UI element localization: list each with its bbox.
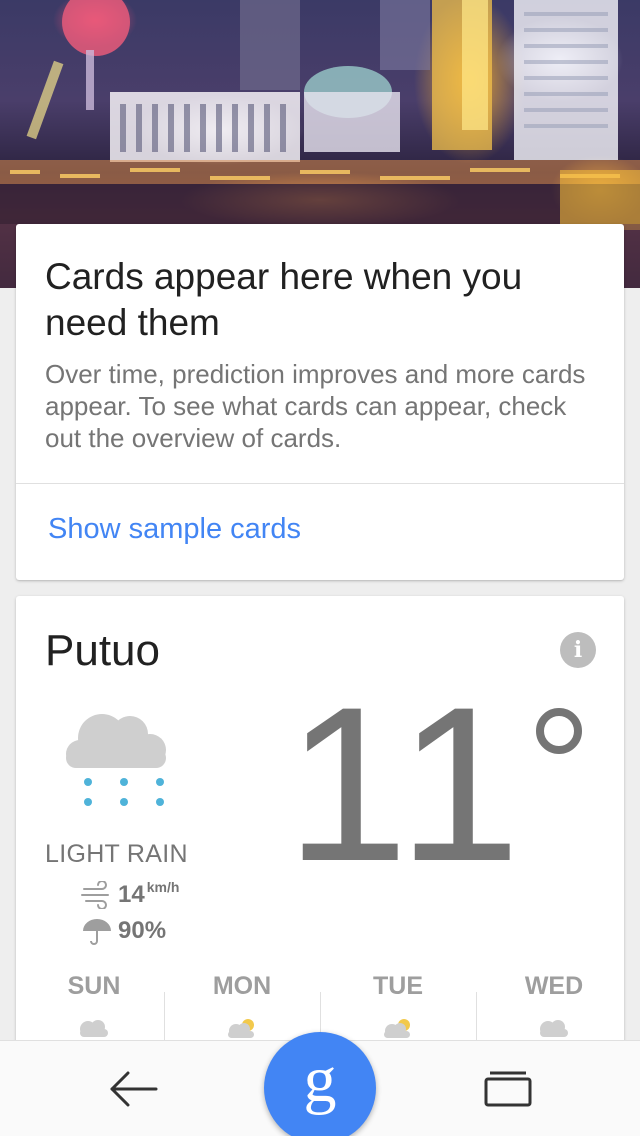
intro-card-title: Cards appear here when you need them [45, 256, 523, 343]
intro-card: Cards appear here when you need them Ove… [16, 224, 624, 580]
wind-speed: 14 [118, 881, 145, 908]
degree-symbol [536, 708, 582, 754]
temperature-value: 11 [286, 661, 527, 907]
forecast-day: TUE [320, 968, 476, 1047]
recent-apps-icon[interactable] [483, 1069, 533, 1109]
weather-condition: LIGHT RAIN [45, 840, 188, 868]
forecast-day-name: WED [524, 972, 584, 1000]
intro-card-body: Over time, prediction improves and more … [45, 359, 586, 453]
precipitation-value: 90% [118, 917, 167, 944]
google-search-button[interactable]: g [264, 1032, 376, 1136]
forecast-day-name: MON [212, 972, 272, 1000]
weather-card[interactable]: Putuo i 11 LIGHT RAIN 14 km/h 90% SUN MO… [16, 596, 624, 1062]
forecast-day: MON [164, 968, 320, 1047]
wind-unit: km/h [146, 879, 180, 895]
forecast-day-name: SUN [67, 972, 121, 1000]
rain-cloud-icon [66, 714, 166, 806]
divider [16, 483, 624, 484]
weather-city: Putuo [45, 626, 160, 675]
forecast-day: WED [476, 968, 632, 1047]
forecast-day: SUN [16, 968, 172, 1047]
wind-stat: 14 km/h [80, 879, 180, 910]
show-sample-cards-link[interactable]: Show sample cards [48, 513, 301, 546]
forecast-day-name: TUE [373, 972, 423, 1000]
back-arrow-icon[interactable] [106, 1069, 160, 1109]
precipitation-stat: 90% [80, 916, 166, 946]
wind-icon [81, 881, 109, 909]
info-icon[interactable]: i [560, 632, 596, 668]
umbrella-icon [83, 919, 111, 945]
